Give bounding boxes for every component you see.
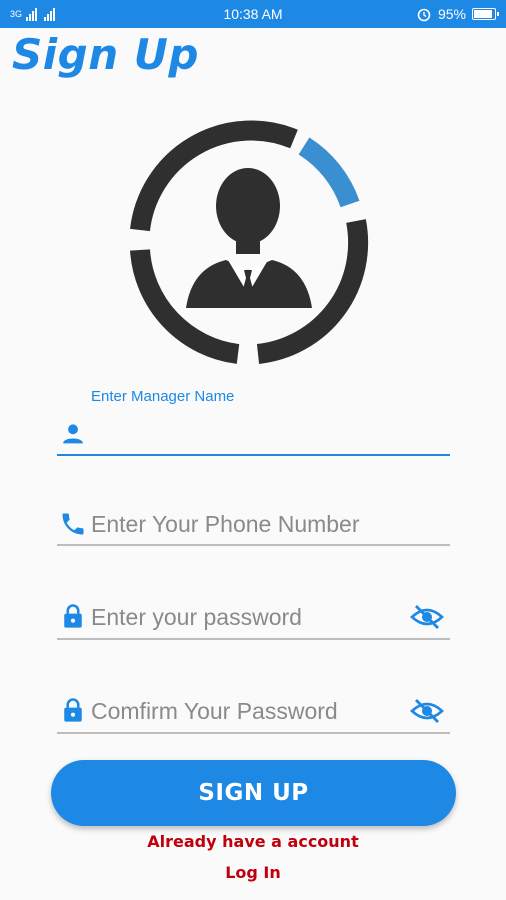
phone-icon: [62, 513, 84, 535]
confirm-password-field: [57, 690, 450, 734]
status-left: 3G: [10, 7, 130, 21]
lock-icon: [64, 604, 82, 628]
page-title: Sign Up: [12, 30, 199, 79]
status-time: 10:38 AM: [223, 6, 283, 22]
network-type: 3G: [10, 9, 23, 19]
already-have-account-text: Already have a account: [147, 832, 359, 851]
password-input[interactable]: [91, 600, 410, 634]
manager-name-underline: [57, 454, 450, 456]
person-icon: [130, 120, 369, 364]
avatar: [126, 118, 376, 368]
manager-name-field: [57, 412, 450, 456]
phone-underline: [57, 544, 450, 546]
signal-icon-2: [44, 7, 56, 21]
alarm-icon: [417, 8, 431, 22]
password-field: [57, 596, 450, 640]
manager-name-input[interactable]: [91, 418, 410, 452]
status-bar: 3G 10:38 AM 95%: [0, 0, 506, 28]
password-underline: [57, 638, 450, 640]
lock-icon: [64, 698, 82, 722]
eye-off-icon[interactable]: [410, 603, 444, 631]
phone-field: [57, 502, 450, 546]
phone-input[interactable]: [91, 507, 410, 541]
status-right: 95%: [376, 6, 499, 22]
battery-icon: [472, 8, 499, 20]
confirm-password-input[interactable]: [91, 694, 410, 728]
battery-percent: 95%: [437, 6, 466, 22]
eye-off-icon[interactable]: [410, 697, 444, 725]
confirm-password-underline: [57, 732, 450, 734]
log-in-link[interactable]: Log In: [0, 863, 506, 882]
sign-up-button[interactable]: SIGN UP: [51, 760, 456, 826]
signal-icon: [26, 7, 38, 21]
person-icon: [63, 424, 83, 444]
manager-name-label: Enter Manager Name: [91, 388, 235, 405]
battery-fill: [474, 10, 492, 18]
